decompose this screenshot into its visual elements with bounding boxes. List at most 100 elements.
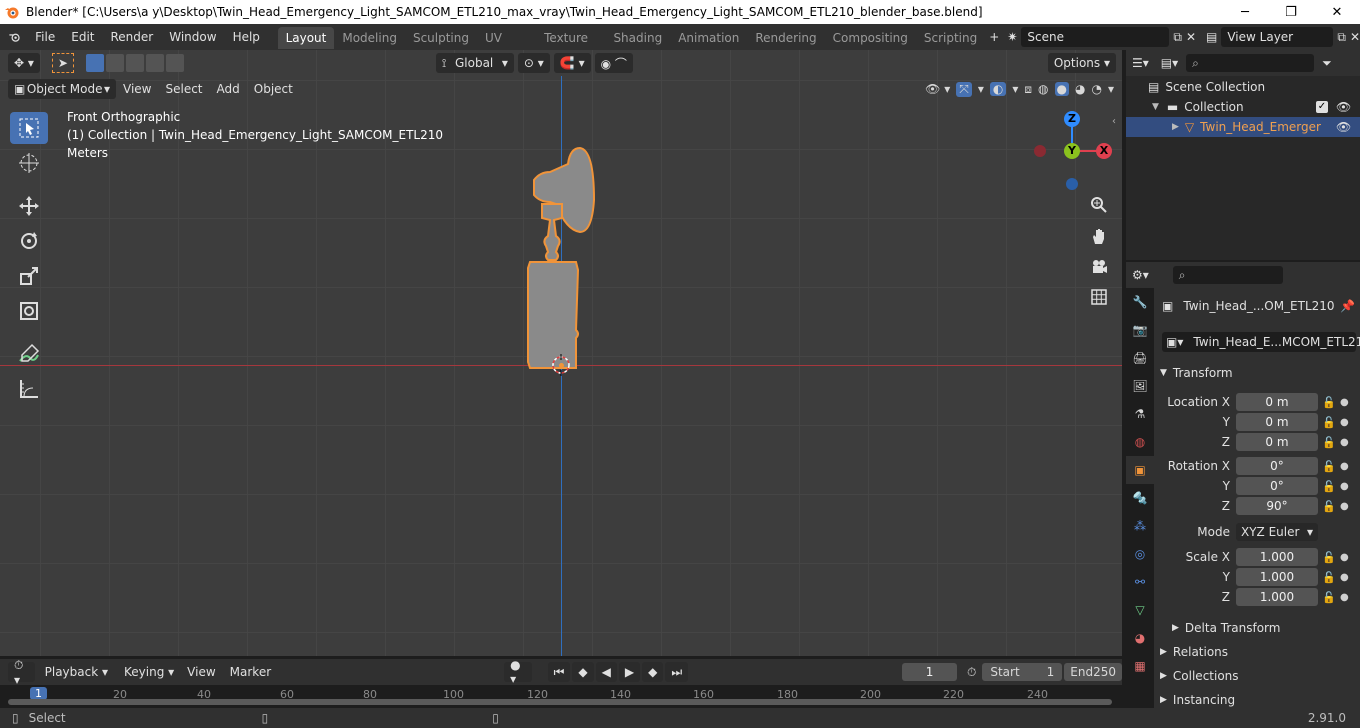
scene-selector[interactable]: Scene <box>1021 27 1170 47</box>
add-workspace-button[interactable]: + <box>985 24 1003 50</box>
keyframe-dot-icon[interactable]: ● <box>1340 552 1350 563</box>
tab-constraints-icon[interactable]: ⚯ <box>1126 568 1154 596</box>
options-dropdown[interactable]: Options ▾ <box>1047 53 1116 73</box>
filter-icon[interactable]: ⏷ <box>1322 56 1332 71</box>
tab-data-icon[interactable]: ▽ <box>1126 596 1154 624</box>
tool-move[interactable] <box>10 190 48 222</box>
visibility-eye-icon[interactable]: 👁 <box>1336 100 1351 114</box>
transform-orientation-dropdown[interactable]: ⟟ Global ▾ <box>435 53 514 73</box>
emergency-light-object[interactable] <box>520 140 610 380</box>
scale-y-field[interactable]: 1.000 <box>1236 568 1318 586</box>
lock-icon[interactable]: 🔓 <box>1322 436 1340 449</box>
object-name-field[interactable]: Twin_Head_...OM_ETL210 <box>1183 299 1334 313</box>
lock-icon[interactable]: 🔓 <box>1322 551 1340 564</box>
remove-view-layer-icon[interactable]: ✕ <box>1350 30 1360 44</box>
shading-options-icon[interactable]: ▾ <box>1108 82 1114 96</box>
outliner-collection[interactable]: ▼ ▬ Collection ✓ 👁 <box>1126 97 1360 117</box>
display-mode-icon[interactable]: ▤▾ <box>1161 56 1178 70</box>
jump-end-icon[interactable]: ⏭ <box>665 662 689 682</box>
camera-view-button[interactable] <box>1086 254 1112 280</box>
outliner-scene-collection[interactable]: ▤ Scene Collection <box>1126 77 1360 97</box>
timeline-menu-view[interactable]: View <box>180 662 222 682</box>
wireframe-shading-icon[interactable]: ◍ <box>1038 82 1048 96</box>
lock-icon[interactable]: 🔓 <box>1322 500 1340 513</box>
close-button[interactable]: ✕ <box>1314 0 1360 24</box>
menu-file[interactable]: File <box>27 24 63 50</box>
gizmo-y-axis[interactable]: Y <box>1064 143 1080 159</box>
snap-toggle[interactable]: 🧲 ▾ <box>553 53 591 73</box>
keyframe-dot-icon[interactable]: ● <box>1340 501 1350 512</box>
scale-z-field[interactable]: 1.000 <box>1236 588 1318 606</box>
menu-edit[interactable]: Edit <box>63 24 102 50</box>
timeline-scrollbar[interactable] <box>8 699 1112 705</box>
relations-panel-header[interactable]: ▶ Relations <box>1156 641 1358 663</box>
object-data-field[interactable]: ▣▾ Twin_Head_E...MCOM_ETL210 <box>1162 332 1360 352</box>
properties-search-input[interactable]: ⌕ <box>1172 266 1283 284</box>
tool-measure[interactable] <box>10 373 48 405</box>
ortho-toggle-button[interactable] <box>1086 284 1112 310</box>
scale-x-field[interactable]: 1.000 <box>1236 548 1318 566</box>
gizmo-z-axis[interactable]: Z <box>1064 111 1080 127</box>
visibility-eye-icon[interactable]: 👁 <box>1336 120 1351 134</box>
maximize-button[interactable]: ❐ <box>1268 0 1314 24</box>
menu-window[interactable]: Window <box>161 24 224 50</box>
end-frame-field[interactable]: End 250 <box>1064 663 1123 681</box>
outliner-object-row[interactable]: ▶ ▽ Twin_Head_Emerger 👁 <box>1126 117 1360 137</box>
delta-transform-header[interactable]: ▶ Delta Transform <box>1172 617 1360 639</box>
playback-dropdown[interactable]: Playback ▾ <box>39 662 114 682</box>
tab-rendering[interactable]: Rendering <box>747 27 824 49</box>
selection-mode-group[interactable] <box>85 54 184 72</box>
lock-icon[interactable]: 🔓 <box>1322 460 1340 473</box>
overlay-toggle-icon[interactable]: ◐ <box>989 82 1007 96</box>
menu-select[interactable]: Select <box>158 79 209 99</box>
play-reverse-icon[interactable]: ◀ <box>595 662 617 682</box>
copy-view-layer-icon[interactable]: ⧉ <box>1337 30 1346 45</box>
keyframe-dot-icon[interactable]: ● <box>1340 461 1350 472</box>
keyframe-dot-icon[interactable]: ● <box>1340 397 1350 408</box>
visibility-icon[interactable]: 👁 ▾ <box>925 82 950 96</box>
timeline-ruler[interactable]: 1 20 40 60 80 100 120 140 160 180 200 22… <box>0 685 1122 708</box>
collections-panel-header[interactable]: ▶ Collections <box>1156 665 1358 687</box>
lock-icon[interactable]: 🔓 <box>1322 416 1340 429</box>
tool-select-box[interactable] <box>10 112 48 144</box>
pin-icon[interactable]: 📌 <box>1340 299 1355 313</box>
properties-editor-type-icon[interactable]: ⚙▾ <box>1132 268 1149 282</box>
mode-dropdown[interactable]: ▣ Object Mode ▾ <box>8 79 116 99</box>
gizmo-toggle-icon[interactable]: ⤧ <box>956 81 972 97</box>
tab-scripting[interactable]: Scripting <box>916 27 985 49</box>
tool-annotate[interactable] <box>10 338 48 370</box>
tab-particles-icon[interactable]: ⁂ <box>1126 512 1154 540</box>
lock-icon[interactable]: 🔓 <box>1322 571 1340 584</box>
timeline-editor-type-button[interactable]: ⏱ ▾ <box>8 658 35 687</box>
tab-texture-paint[interactable]: Texture Paint <box>536 27 605 67</box>
tab-tool-icon[interactable]: 🔧 <box>1126 288 1154 316</box>
tab-world-icon[interactable]: ◍ <box>1126 428 1154 456</box>
remove-scene-icon[interactable]: ✕ <box>1186 30 1196 44</box>
expand-arrow-icon[interactable]: ▶ <box>1172 122 1179 132</box>
tool-cursor[interactable] <box>10 147 48 179</box>
outliner-editor-type-icon[interactable]: ☰▾ <box>1132 56 1149 70</box>
next-keyframe-icon[interactable]: ◆ <box>642 662 664 682</box>
zoom-view-button[interactable] <box>1086 192 1112 218</box>
rotation-y-field[interactable]: 0° <box>1236 477 1318 495</box>
current-frame-field[interactable]: 1 <box>902 663 957 681</box>
keyframe-dot-icon[interactable]: ● <box>1340 592 1350 603</box>
lock-icon[interactable]: 🔓 <box>1322 480 1340 493</box>
tool-rotate[interactable] <box>10 225 48 257</box>
editor-type-button[interactable]: ✥ ▾ <box>8 53 40 73</box>
tab-material-icon[interactable]: ◕ <box>1126 624 1154 652</box>
keyframe-dot-icon[interactable]: ● <box>1340 481 1350 492</box>
view-layer-selector[interactable]: View Layer <box>1221 27 1334 47</box>
location-x-field[interactable]: 0 m <box>1236 393 1318 411</box>
minimize-button[interactable]: ─ <box>1222 0 1268 24</box>
location-z-field[interactable]: 0 m <box>1236 433 1318 451</box>
tab-modifiers-icon[interactable]: 🔩 <box>1126 484 1154 512</box>
gizmo-x-axis[interactable]: X <box>1096 143 1112 159</box>
pan-view-button[interactable] <box>1086 223 1112 249</box>
keying-dropdown[interactable]: Keying ▾ <box>118 662 180 682</box>
timeline-menu-marker[interactable]: Marker <box>223 662 278 682</box>
start-frame-field[interactable]: Start 1 <box>982 663 1063 681</box>
xray-toggle-icon[interactable]: ⧈ <box>1024 82 1032 97</box>
rendered-shading-icon[interactable]: ◔ <box>1091 82 1101 96</box>
rotation-mode-dropdown[interactable]: XYZ Euler ▾ <box>1236 523 1318 541</box>
